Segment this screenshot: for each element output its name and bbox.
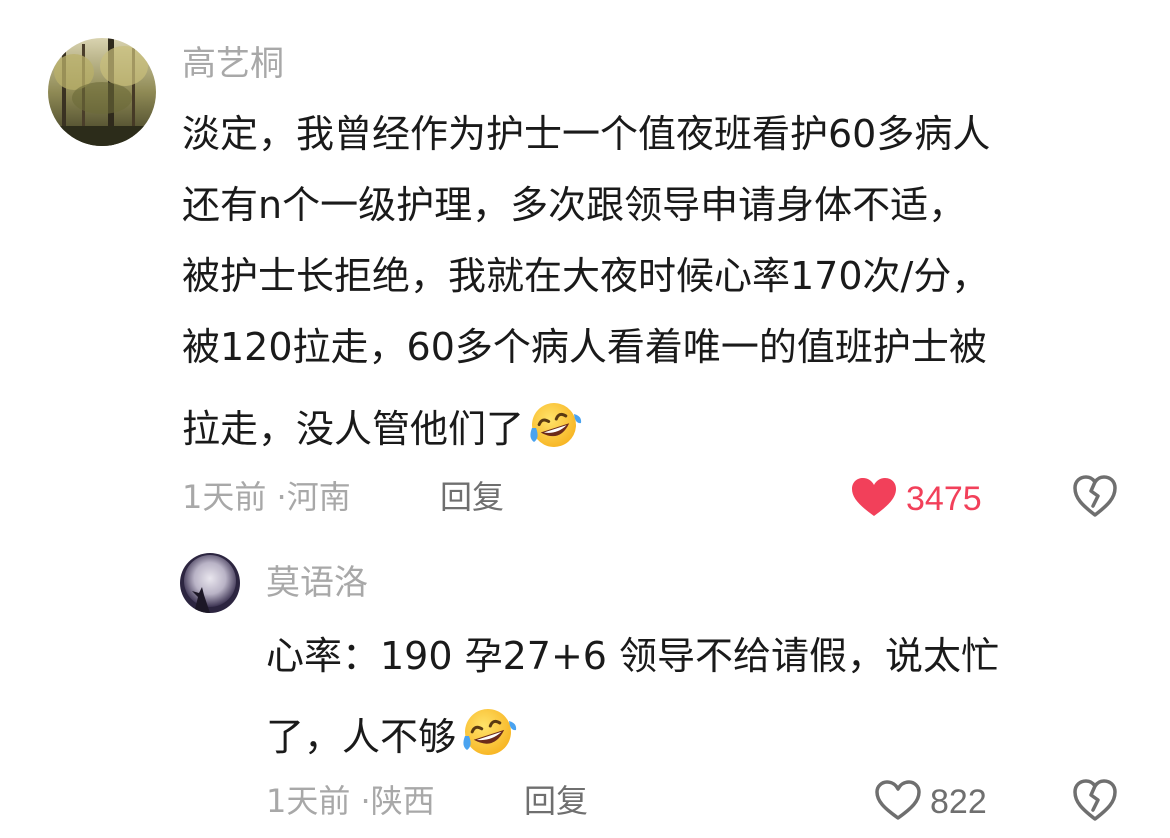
comment-location: 河南 <box>286 478 351 516</box>
comment-text-line: 淡定，我曾经作为护士一个值夜班看护60多病人 <box>182 112 991 156</box>
comment-time-location: 1天前 ·河南 <box>182 477 351 517</box>
comment-text-segment: 了，人不够 <box>266 715 457 759</box>
comment-text-segment: 拉走，没人管他们了 <box>182 407 525 451</box>
comment-text-line: 了，人不够 <box>266 706 518 769</box>
avatar[interactable] <box>48 38 156 146</box>
username[interactable]: 莫语洛 <box>266 563 368 603</box>
broken-heart-icon <box>1072 779 1118 826</box>
like-count: 3475 <box>906 480 982 518</box>
reply-button[interactable]: 回复 <box>440 477 504 517</box>
comment-location: 陕西 <box>370 782 435 820</box>
comment-time: 1天前 <box>182 478 267 516</box>
comment-time-location: 1天前 ·陕西 <box>266 781 435 821</box>
comment-text-line: 被120拉走，60多个病人看着唯一的值班护士被 <box>182 325 987 369</box>
dislike-button[interactable] <box>1072 778 1118 826</box>
face-with-tears-of-joy-icon <box>526 400 582 461</box>
meta-separator: · <box>360 782 371 820</box>
comment-time: 1天前 <box>266 782 351 820</box>
username[interactable]: 高艺桐 <box>182 44 284 84</box>
like-button[interactable]: 3475 <box>850 476 982 522</box>
comment-text-line: 拉走，没人管他们了 <box>182 400 582 461</box>
comment-text-line: 被护士长拒绝，我就在大夜时候心率170次/分， <box>182 254 990 298</box>
face-with-tears-of-joy-icon <box>458 706 518 769</box>
avatar[interactable] <box>180 553 240 613</box>
heart-icon <box>874 779 922 825</box>
heart-icon <box>850 476 898 522</box>
like-button[interactable]: 822 <box>874 779 987 825</box>
comment-text-line: 还有n个一级护理，多次跟领导申请身体不适， <box>182 183 967 227</box>
like-count: 822 <box>930 783 987 821</box>
comment-text-line: 心率：190 孕27+6 领导不给请假，说太忙 <box>266 634 1000 678</box>
broken-heart-icon <box>1072 475 1118 522</box>
reply-button[interactable]: 回复 <box>524 781 588 821</box>
dislike-button[interactable] <box>1072 474 1118 522</box>
meta-separator: · <box>276 478 287 516</box>
